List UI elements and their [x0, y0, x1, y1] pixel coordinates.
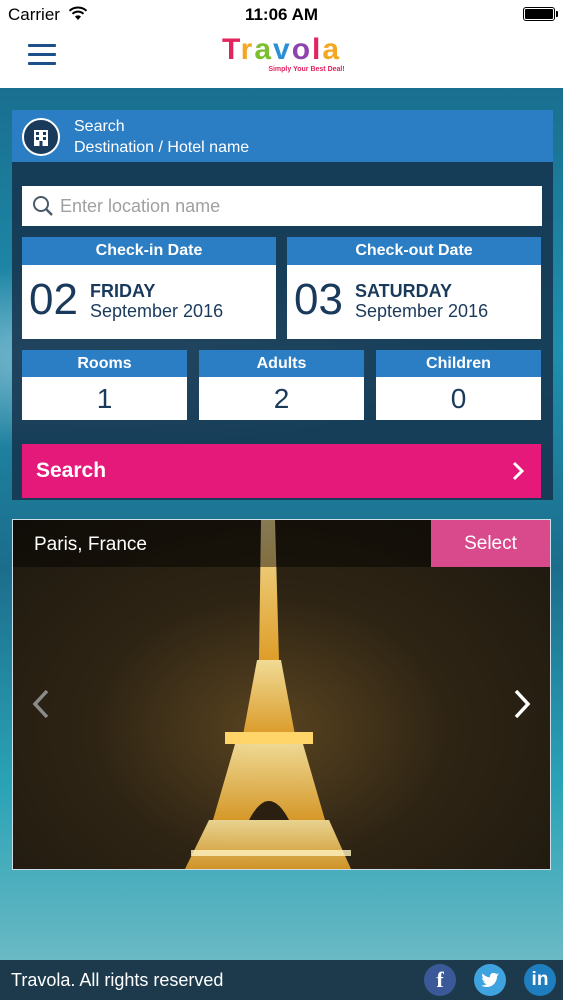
location-input[interactable] — [60, 186, 530, 226]
checkout-month-year: September 2016 — [355, 301, 489, 321]
checkout-day: 03 — [294, 275, 343, 324]
adults-label: Adults — [199, 350, 364, 377]
checkout-date-label: Check-out Date — [287, 237, 541, 265]
checkout-weekday: SATURDAY — [355, 281, 453, 301]
linkedin-icon[interactable]: in — [524, 964, 556, 996]
search-panel-title: Search — [74, 118, 125, 135]
search-panel: Search Destination / Hotel name Check-in… — [12, 110, 553, 500]
location-search-box — [22, 186, 542, 226]
children-label: Children — [376, 350, 541, 377]
search-button[interactable]: Search — [22, 444, 541, 498]
logo: Travola Simply Your Best Deal! — [0, 33, 563, 74]
search-panel-subtitle: Destination / Hotel name — [74, 139, 250, 156]
status-bar: Carrier 11:06 AM — [0, 0, 563, 30]
chevron-left-icon[interactable] — [31, 688, 51, 720]
search-button-label: Search — [36, 459, 107, 482]
checkin-weekday: FRIDAY — [90, 281, 156, 301]
destination-carousel: Paris, France Select — [12, 519, 551, 870]
rooms-selector[interactable]: Rooms 1 — [22, 350, 187, 420]
logo-tagline: Simply Your Best Deal! — [268, 66, 345, 73]
copyright-text: Travola. All rights reserved — [11, 970, 224, 990]
clock: 11:06 AM — [244, 5, 319, 24]
search-panel-header: Search Destination / Hotel name — [12, 110, 553, 162]
checkin-date-card[interactable]: Check-in Date 02 FRIDAY September 2016 — [22, 237, 276, 339]
app-header: Travola Simply Your Best Deal! — [0, 30, 563, 88]
footer: Travola. All rights reserved f in — [0, 960, 563, 1000]
checkin-day: 02 — [29, 275, 78, 324]
eiffel-tower-image — [185, 520, 351, 869]
checkout-date-card[interactable]: Check-out Date 03 SATURDAY September 201… — [287, 237, 541, 339]
children-selector[interactable]: Children 0 — [376, 350, 541, 420]
adults-selector[interactable]: Adults 2 — [199, 350, 364, 420]
adults-value: 2 — [273, 383, 290, 414]
battery-icon — [523, 7, 558, 21]
children-value: 0 — [450, 383, 467, 414]
select-destination-button[interactable]: Select — [431, 520, 550, 567]
chevron-right-icon[interactable] — [512, 688, 532, 720]
facebook-icon[interactable]: f — [424, 964, 456, 996]
search-icon — [33, 196, 53, 216]
chevron-right-icon — [512, 461, 525, 481]
destination-title: Paris, France — [34, 534, 147, 555]
logo-wordmark: Travola — [221, 33, 342, 66]
rooms-value: 1 — [96, 383, 113, 414]
hotel-building-icon — [22, 118, 60, 156]
twitter-icon[interactable] — [474, 964, 506, 996]
checkin-date-label: Check-in Date — [22, 237, 276, 265]
rooms-label: Rooms — [22, 350, 187, 377]
checkin-month-year: September 2016 — [90, 301, 224, 321]
